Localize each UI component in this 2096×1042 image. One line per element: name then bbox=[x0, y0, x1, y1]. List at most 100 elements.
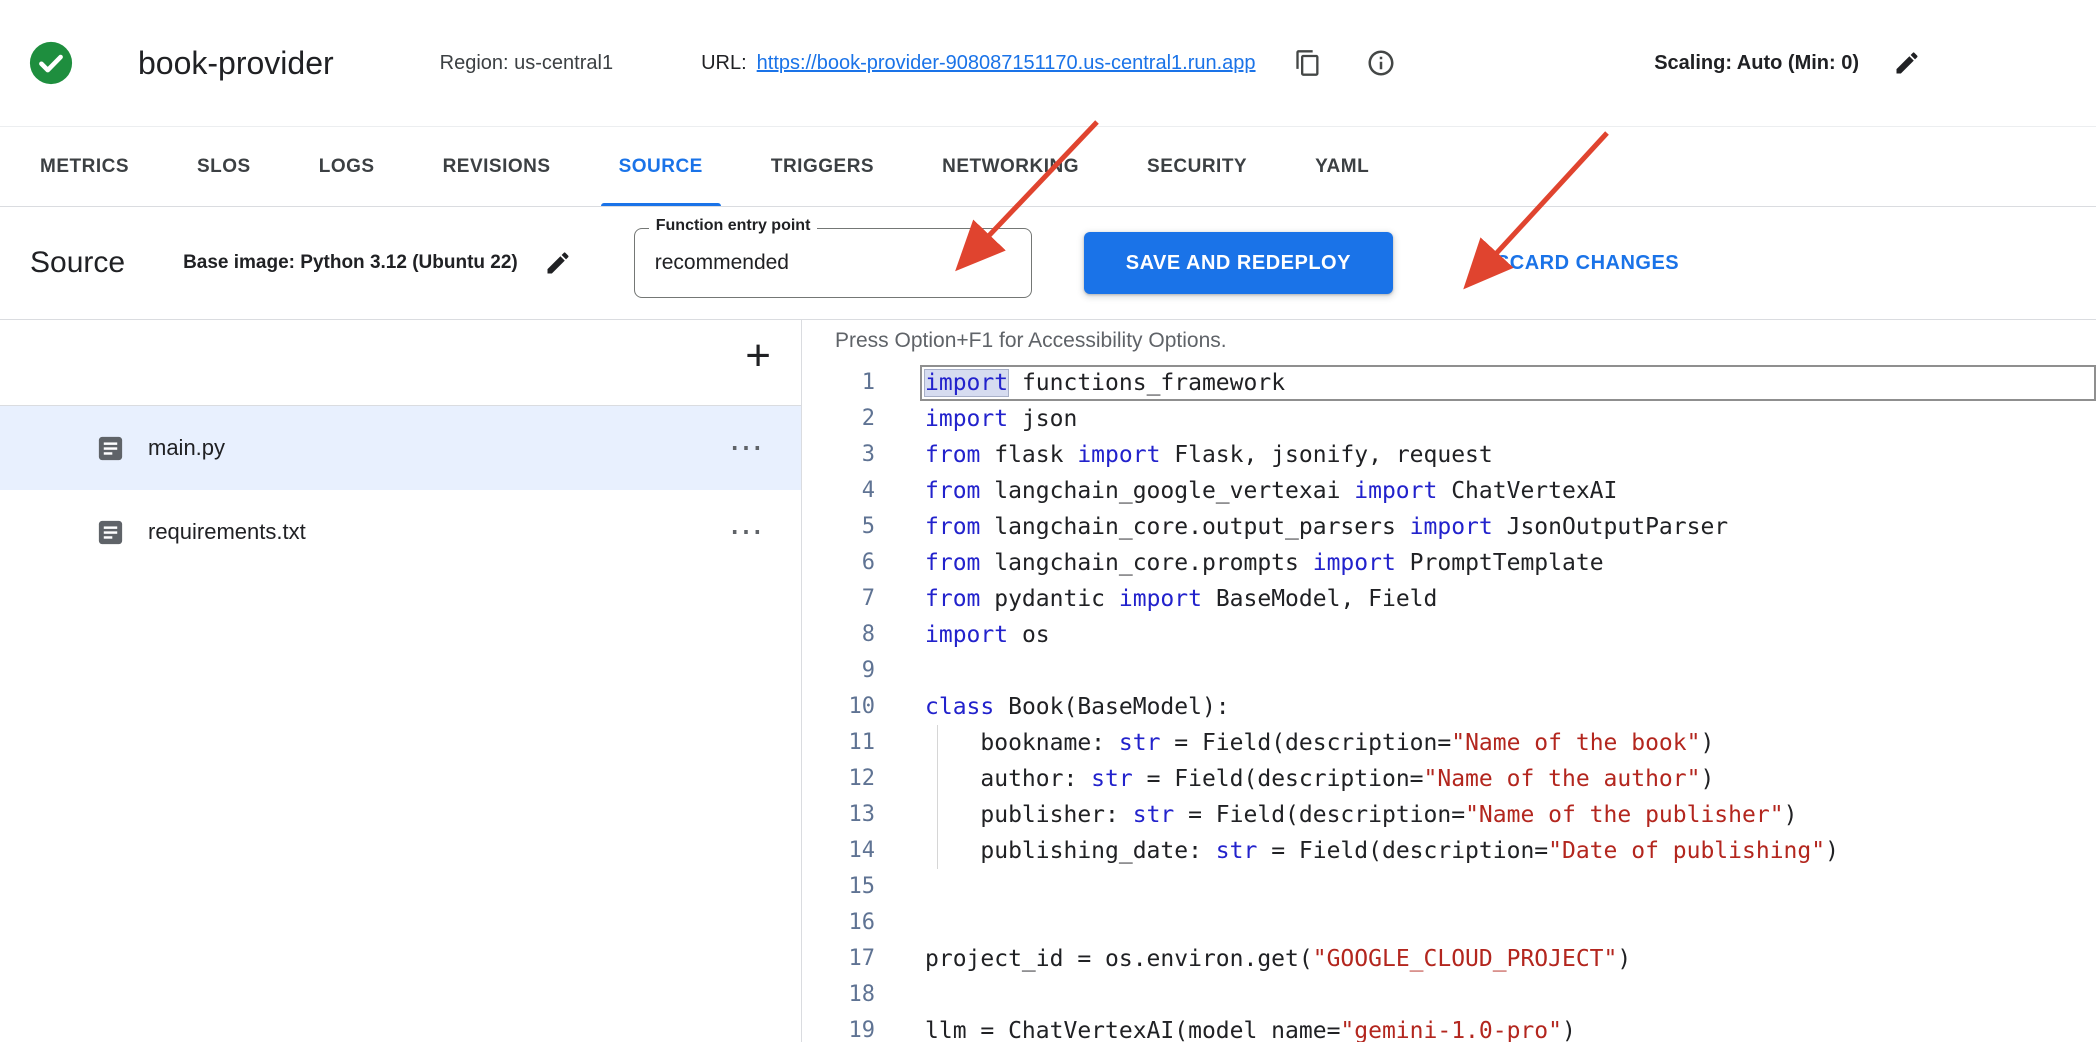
add-file-icon[interactable]: + bbox=[745, 332, 771, 380]
file-icon bbox=[95, 433, 126, 464]
code-row: 17project_id = os.environ.get("GOOGLE_CL… bbox=[802, 941, 2096, 977]
service-url: URL: https://book-provider-908087151170.… bbox=[701, 52, 1255, 75]
tab-revisions[interactable]: REVISIONS bbox=[409, 127, 585, 206]
copy-icon bbox=[1294, 49, 1322, 77]
code-row: 18 bbox=[802, 977, 2096, 1013]
service-status-ok-icon bbox=[28, 40, 74, 86]
url-label: URL: bbox=[701, 52, 747, 75]
code-line[interactable] bbox=[920, 905, 2096, 941]
line-number: 13 bbox=[802, 797, 875, 833]
more-options-icon[interactable]: ⋯ bbox=[729, 515, 763, 549]
code-row: 4 from langchain_google_vertexai import C… bbox=[802, 473, 2096, 509]
code-row: 8 import os bbox=[802, 617, 2096, 653]
code-line[interactable]: project_id = os.environ.get("GOOGLE_CLOU… bbox=[920, 941, 2096, 977]
tab-logs[interactable]: LOGS bbox=[285, 127, 409, 206]
line-number: 4 bbox=[802, 473, 875, 509]
tab-source[interactable]: SOURCE bbox=[585, 127, 737, 206]
code-row: 9 bbox=[802, 653, 2096, 689]
line-number: 10 bbox=[802, 689, 875, 725]
file-item-main.py[interactable]: main.py ⋯ bbox=[0, 406, 801, 490]
service-header: book-provider Region: us-central1 URL: h… bbox=[0, 0, 2096, 127]
code-line[interactable]: from flask import Flask, jsonify, reques… bbox=[920, 437, 2096, 473]
code-line[interactable]: from langchain_core.output_parsers impor… bbox=[920, 509, 2096, 545]
code-row: 13 publisher: str = Field(description="N… bbox=[802, 797, 2096, 833]
code-line[interactable] bbox=[920, 977, 2096, 1013]
service-url-link[interactable]: https://book-provider-908087151170.us-ce… bbox=[757, 52, 1256, 75]
tab-metrics[interactable]: METRICS bbox=[6, 127, 163, 206]
more-options-icon[interactable]: ⋯ bbox=[729, 431, 763, 465]
line-number: 2 bbox=[802, 401, 875, 437]
file-panel-header: + bbox=[0, 320, 801, 406]
entry-point-value[interactable]: recommended bbox=[635, 251, 789, 275]
file-panel: + main.py ⋯ requirements.txt ⋯ bbox=[0, 320, 802, 1042]
edit-base-image-button[interactable] bbox=[544, 249, 572, 277]
line-number: 12 bbox=[802, 761, 875, 797]
code-line[interactable]: publishing_date: str = Field(description… bbox=[920, 833, 2096, 869]
discard-changes-button[interactable]: DISCARD CHANGES bbox=[1469, 251, 1685, 276]
file-name: main.py bbox=[148, 435, 225, 461]
code-row: 16 bbox=[802, 905, 2096, 941]
code-row: 14 publishing_date: str = Field(descript… bbox=[802, 833, 2096, 869]
scaling-label: Scaling: Auto (Min: 0) bbox=[1654, 52, 1859, 75]
line-number: 3 bbox=[802, 437, 875, 473]
pencil-icon bbox=[544, 249, 572, 277]
code-row: 5from langchain_core.output_parsers impo… bbox=[802, 509, 2096, 545]
code-line[interactable]: author: str = Field(description="Name of… bbox=[920, 761, 2096, 797]
code-row: 15 bbox=[802, 869, 2096, 905]
accessibility-hint: Press Option+F1 for Accessibility Option… bbox=[802, 320, 2096, 353]
line-number: 14 bbox=[802, 833, 875, 869]
code-line[interactable]: import functions_framework bbox=[920, 365, 2096, 401]
code-row: 1 import functions_framework bbox=[802, 365, 2096, 401]
code-row: 3 from flask import Flask, jsonify, reque… bbox=[802, 437, 2096, 473]
tab-security[interactable]: SECURITY bbox=[1113, 127, 1281, 206]
code-line[interactable] bbox=[920, 653, 2096, 689]
tab-slos[interactable]: SLOS bbox=[163, 127, 285, 206]
source-toolbar: Source Base image: Python 3.12 (Ubuntu 2… bbox=[0, 207, 2096, 320]
line-number: 16 bbox=[802, 905, 875, 941]
code-line[interactable]: from langchain_google_vertexai import Ch… bbox=[920, 473, 2096, 509]
tab-triggers[interactable]: TRIGGERS bbox=[737, 127, 908, 206]
line-number: 8 bbox=[802, 617, 875, 653]
code-line[interactable]: bookname: str = Field(description="Name … bbox=[920, 725, 2096, 761]
region-label: Region: us-central1 bbox=[440, 52, 613, 75]
line-number: 7 bbox=[802, 581, 875, 617]
file-name: requirements.txt bbox=[148, 519, 306, 545]
info-button[interactable] bbox=[1366, 48, 1396, 78]
code-area: 1import functions_framework2import json3… bbox=[802, 365, 2096, 1042]
line-number: 19 bbox=[802, 1013, 875, 1042]
code-line[interactable]: llm = ChatVertexAI(model_name="gemini-1.… bbox=[920, 1013, 2096, 1042]
code-line[interactable]: import os bbox=[920, 617, 2096, 653]
code-editor[interactable]: Press Option+F1 for Accessibility Option… bbox=[802, 320, 2096, 1042]
main-content: + main.py ⋯ requirements.txt ⋯ Press Option… bbox=[0, 320, 2096, 1042]
code-line[interactable]: import json bbox=[920, 401, 2096, 437]
file-item-requirements.txt[interactable]: requirements.txt ⋯ bbox=[0, 490, 801, 574]
base-image-group: Base image: Python 3.12 (Ubuntu 22) bbox=[183, 249, 572, 277]
pencil-icon bbox=[1893, 49, 1921, 77]
code-row: 12 author: str = Field(description="Name… bbox=[802, 761, 2096, 797]
code-row: 10 class Book(BaseModel): bbox=[802, 689, 2096, 725]
line-number: 9 bbox=[802, 653, 875, 689]
edit-scaling-button[interactable] bbox=[1893, 49, 1921, 77]
line-number: 15 bbox=[802, 869, 875, 905]
code-row: 19 llm = ChatVertexAI(model_name="gemini-… bbox=[802, 1013, 2096, 1042]
tab-bar: METRICSSLOSLOGSREVISIONSSOURCETRIGGERSNE… bbox=[0, 127, 2096, 207]
line-number: 1 bbox=[802, 365, 875, 401]
copy-url-button[interactable] bbox=[1294, 49, 1322, 77]
code-line[interactable]: from langchain_core.prompts import Promp… bbox=[920, 545, 2096, 581]
source-section-title: Source bbox=[30, 246, 125, 280]
code-line[interactable]: class Book(BaseModel): bbox=[920, 689, 2096, 725]
code-row: 2 import json bbox=[802, 401, 2096, 437]
function-entry-point-field[interactable]: Function entry point recommended bbox=[634, 228, 1032, 298]
line-number: 18 bbox=[802, 977, 875, 1013]
tab-yaml[interactable]: YAML bbox=[1281, 127, 1403, 206]
code-line[interactable]: from pydantic import BaseModel, Field bbox=[920, 581, 2096, 617]
tab-networking[interactable]: NETWORKING bbox=[908, 127, 1113, 206]
file-list: main.py ⋯ requirements.txt ⋯ bbox=[0, 406, 801, 574]
code-line[interactable] bbox=[920, 869, 2096, 905]
save-and-redeploy-button[interactable]: SAVE AND REDEPLOY bbox=[1084, 232, 1393, 294]
code-row: 7 from pydantic import BaseModel, Field bbox=[802, 581, 2096, 617]
base-image-label: Base image: Python 3.12 (Ubuntu 22) bbox=[183, 252, 518, 274]
code-line[interactable]: publisher: str = Field(description="Name… bbox=[920, 797, 2096, 833]
file-icon bbox=[95, 517, 126, 548]
code-row: 6from langchain_core.prompts import Prom… bbox=[802, 545, 2096, 581]
